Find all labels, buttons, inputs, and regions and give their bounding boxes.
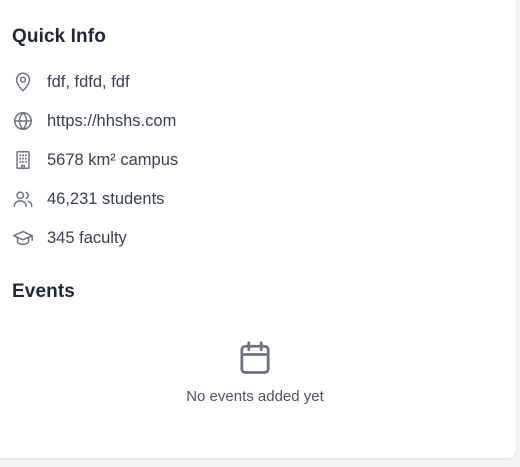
location-text: fdf, fdfd, fdf <box>47 72 130 91</box>
students-text: 46,231 students <box>47 189 165 208</box>
graduation-cap-icon <box>12 227 34 249</box>
location-pin-icon <box>12 71 34 93</box>
info-row-campus: 5678 km² campus <box>12 140 178 180</box>
events-title: Events <box>12 281 75 302</box>
users-icon <box>12 188 34 210</box>
school-info-card: Quick Info fdf, fdfd, fdf https://hhshs.… <box>0 0 516 458</box>
info-row-faculty: 345 faculty <box>12 218 178 258</box>
info-row-location: fdf, fdfd, fdf <box>12 62 178 102</box>
globe-icon <box>12 110 34 132</box>
info-row-website: https://hhshs.com <box>12 101 178 141</box>
campus-size-text: 5678 km² campus <box>47 150 179 169</box>
no-events-text: No events added yet <box>186 388 324 405</box>
quick-info-title: Quick Info <box>12 26 106 47</box>
quick-info-list: fdf, fdfd, fdf https://hhshs.com 5678 km… <box>12 62 178 258</box>
faculty-text: 345 faculty <box>47 228 127 247</box>
website-text: https://hhshs.com <box>47 111 177 130</box>
events-empty-state: No events added yet <box>0 340 510 405</box>
building-icon <box>12 149 34 171</box>
calendar-icon <box>238 341 272 380</box>
info-row-students: 46,231 students <box>12 179 178 219</box>
